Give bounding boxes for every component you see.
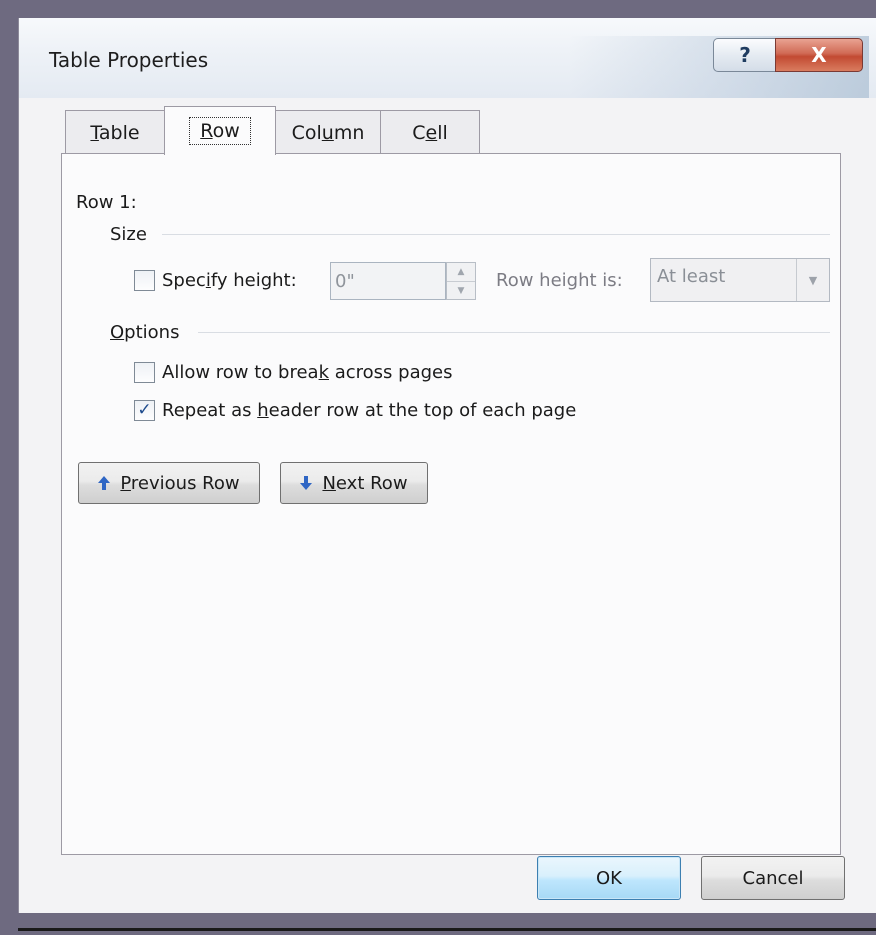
allow-break-checkbox[interactable] [134,362,155,383]
allow-break-label: Allow row to break across pages [162,362,453,383]
spin-up-icon[interactable]: ▲ [447,263,475,282]
tab-table[interactable]: Table [65,110,165,155]
close-button[interactable]: X [775,38,863,72]
row-title: Row 1: [76,192,137,213]
specify-height-checkbox[interactable] [134,270,155,291]
repeat-header-checkbox[interactable]: ✓ [134,400,155,421]
specify-height-label: Specify height: [162,270,297,291]
help-button[interactable]: ? [713,38,776,72]
row-height-mode-value: At least [657,266,726,287]
tab-row-label: Row [189,117,251,145]
tab-column-label: Column [291,122,365,144]
table-properties-dialog: Table Properties ? X Table Row Column Ce… [18,18,876,913]
row-height-spinner[interactable]: ▲ ▼ [446,262,476,300]
row-height-mode-select[interactable]: At least ▼ [650,258,830,302]
size-section-label: Size [110,224,147,245]
spin-down-icon[interactable]: ▼ [447,282,475,300]
row-height-is-label: Row height is: [496,270,623,291]
dialog-title: Table Properties [49,48,209,72]
next-row-button[interactable]: Next Row [280,462,428,504]
close-icon: X [811,43,827,67]
next-row-label: Next Row [322,472,408,494]
tab-column[interactable]: Column [275,110,381,155]
repeat-header-label: Repeat as header row at the top of each … [162,400,577,421]
tab-row[interactable]: Row [164,106,276,155]
tab-cell[interactable]: Cell [380,110,480,155]
row-height-input[interactable]: 0" [330,262,446,300]
options-section-divider [198,332,830,333]
checkmark-icon: ✓ [137,400,152,420]
chevron-down-icon: ▼ [796,259,829,301]
options-section-label: Options [110,322,180,343]
window-bottom-border [18,928,876,931]
tab-cell-label: Cell [412,122,448,144]
title-bar[interactable]: Table Properties ? X [19,18,876,98]
arrow-down-icon [300,476,313,490]
tab-table-label: Table [90,122,140,144]
size-section-divider [162,234,830,235]
arrow-up-icon [98,476,111,490]
ok-button[interactable]: OK [537,856,681,900]
row-tab-panel: Row 1: Size Specify height: 0" ▲ ▼ Row h… [61,153,841,855]
previous-row-label: Previous Row [120,472,240,494]
cancel-button[interactable]: Cancel [701,856,845,900]
help-icon: ? [739,43,751,67]
previous-row-button[interactable]: Previous Row [78,462,260,504]
